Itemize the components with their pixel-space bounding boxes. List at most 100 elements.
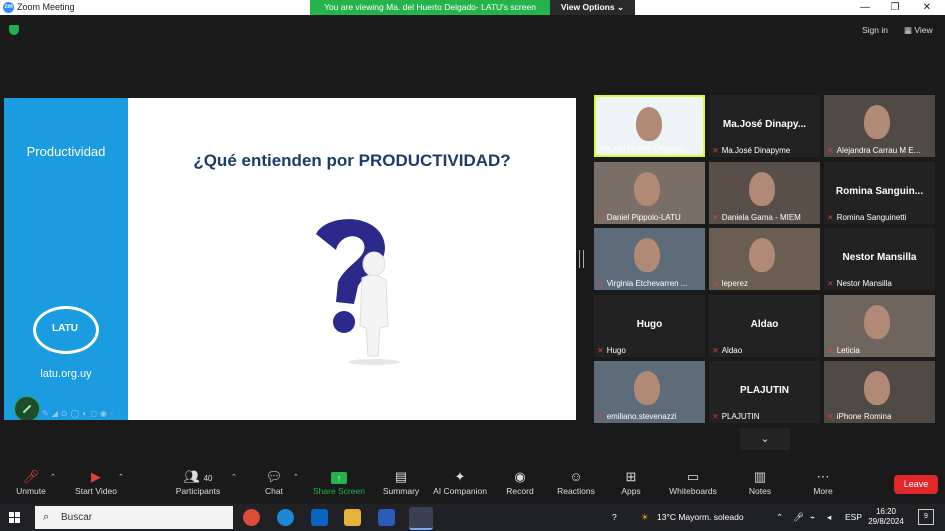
mic-muted-icon: ⨯ [712,346,719,355]
participants-options-caret[interactable]: ⌃ [231,473,237,481]
minimize-button[interactable]: — [850,0,880,15]
search-icon: ⌕ [43,511,50,523]
mic-off-icon: 🎤︎ [22,469,40,484]
participant-tile[interactable]: Nestor Mansilla ⨯ Nestor Mansilla [824,228,935,290]
edge-icon[interactable] [277,509,294,526]
annotation-tools[interactable]: ✎◢⊙◯◐◻◉◦ [42,409,116,418]
whiteboards-button[interactable]: ▭ Whiteboards [658,468,728,496]
participant-display-name: Ma.José Dinapy... [722,119,807,130]
participant-display-name: Nestor Mansilla [842,252,917,263]
mic-muted-icon: ⨯ [827,346,834,355]
participant-tile[interactable]: ⨯ Alejandra Carrau M E... [824,95,935,157]
participant-name: Nestor Mansilla [836,279,892,288]
participant-tile[interactable]: ⨯ leperez [709,228,820,290]
share-screen-button[interactable]: ↑ Share Screen [304,468,374,496]
maximize-button[interactable]: ❐ [880,0,910,15]
annotate-pencil-button[interactable] [14,396,40,420]
zoom-app-icon: zm [3,2,14,13]
participant-tile[interactable]: ⨯ Leticia [824,295,935,357]
participant-tile[interactable]: ⨯ Daniel Pippolo-LATU [594,162,705,224]
participant-name: Romina Sanguinetti [836,213,907,222]
grid-icon: ▦ [904,25,913,35]
video-options-caret[interactable]: ⌃ [118,473,124,481]
participant-name-label: ⨯ Daniel Pippolo-LATU [597,213,681,222]
participant-name-label: ⨯ Nestor Mansilla [827,279,892,288]
participant-name: Virginia Etchevarren ... [606,279,688,288]
participant-tile[interactable]: ⨯ emiliano.stevenazzi [594,361,705,423]
sign-in-button[interactable]: Sign in [862,25,888,35]
notes-button[interactable]: ▥ Notes [725,468,795,496]
participant-name: PLAJUTIN [721,412,760,421]
show-hidden-icons-icon[interactable]: ⌃ [776,512,783,523]
mic-muted-icon: ⨯ [597,279,604,288]
mic-muted-icon: ⨯ [597,412,604,421]
chrome-icon[interactable] [243,509,260,526]
meeting-toolbar: 🎤︎ Unmute ⌃ ▶︎ Start Video ⌃ 👥︎ 40 Particip… [0,460,945,504]
share-screen-icon: ↑ [331,472,347,484]
windows-start-icon[interactable] [9,512,20,523]
participant-name: Leticia [836,346,860,355]
audio-options-caret[interactable]: ⌃ [50,473,56,481]
word-icon[interactable] [378,509,395,526]
participant-tile[interactable]: PLAJUTIN ⨯ PLAJUTIN [709,361,820,423]
mic-muted-icon: ⨯ [827,279,834,288]
participant-tile[interactable]: Ma. del Huerto Delgado... [594,95,705,157]
window-title: Zoom Meeting [17,2,75,12]
close-button[interactable]: ✕ [912,0,942,15]
shield-icon[interactable] [9,25,19,35]
chevron-down-icon: ⌄ [616,2,625,12]
shared-screen[interactable]: Productividad LATU latu.org.uy ¿Qué enti… [4,98,576,420]
outlook-icon[interactable] [311,509,328,526]
participant-tile[interactable]: Aldao ⨯ Aldao [709,295,820,357]
apps-button[interactable]: ⊞ Apps [596,468,666,496]
participant-video-thumbnail [634,172,660,206]
participant-name-label: ⨯ leperez [712,279,748,288]
volume-icon[interactable]: ◂ [827,512,831,523]
view-label: View [914,25,933,35]
view-options-button[interactable]: View Options ⌄ [550,0,635,15]
participant-name-label: Ma. del Huerto Delgado... [599,144,690,153]
participant-tile[interactable]: Ma.José Dinapy... ⨯ Ma.José Dinapyme [709,95,820,157]
participant-name-label: ⨯ Leticia [827,346,860,355]
more-button[interactable]: ⋯ More [788,468,858,496]
participant-tile[interactable]: Hugo ⨯ Hugo [594,295,705,357]
network-icon[interactable]: ⌁ [810,512,815,523]
participant-name-label: ⨯ Virginia Etchevarren ... [597,279,687,288]
notes-icon: ▥ [753,469,767,484]
file-explorer-icon[interactable] [344,509,361,526]
participant-name: Alejandra Carrau M E... [836,146,921,155]
mic-muted-icon: ⨯ [827,146,834,155]
mic-muted-icon: ⨯ [712,412,719,421]
clock-date: 29/8/2024 [868,517,904,526]
whiteboard-icon: ▭ [686,469,700,484]
participant-video-thumbnail [864,105,890,139]
participant-name-label: ⨯ Ma.José Dinapyme [712,146,790,155]
notifications-icon[interactable]: 9 [918,509,934,525]
participant-tile[interactable]: Romina Sanguin... ⨯ Romina Sanguinetti [824,162,935,224]
participant-display-name: PLAJUTIN [740,385,789,396]
scroll-down-button[interactable]: ⌄ [740,428,790,450]
participant-tile[interactable]: ⨯ iPhone Romina [824,361,935,423]
participant-name-label: ⨯ Romina Sanguinetti [827,213,907,222]
participant-name: Ma.José Dinapyme [721,146,791,155]
weather-text[interactable]: 13°C Mayorm. soleado [657,512,744,522]
participants-button[interactable]: 👥︎ 40 Participants [163,468,233,496]
participant-tile[interactable]: ⨯ Daniela Gama - MIEM [709,162,820,224]
microphone-icon: 🎤︎ [793,512,804,522]
slide-sidebar-label: Productividad [26,144,106,159]
unmute-button[interactable]: 🎤︎ Unmute [0,468,66,496]
chat-options-caret[interactable]: ⌃ [293,473,299,481]
language-indicator[interactable]: ESP [845,512,862,522]
help-icon[interactable]: ? [612,512,617,522]
leave-button[interactable]: Leave [894,475,938,494]
view-button[interactable]: ▦ View [904,25,933,36]
question-mark-figure-icon [316,219,400,365]
mic-muted-icon: ⨯ [827,412,834,421]
participant-tile[interactable]: ⨯ Virginia Etchevarren ... [594,228,705,290]
participant-name: emiliano.stevenazzi [606,412,677,421]
zoom-taskbar-icon[interactable] [409,507,433,530]
panel-resize-handle[interactable] [579,250,584,268]
taskbar-search-box[interactable]: ⌕ Buscar [35,506,233,529]
taskbar-clock[interactable]: 16:20 29/8/2024 [866,507,906,527]
windows-taskbar: ⌕ Buscar ? ☀ 13°C Mayorm. soleado ⌃ 🎤︎ ⌁… [0,504,945,531]
